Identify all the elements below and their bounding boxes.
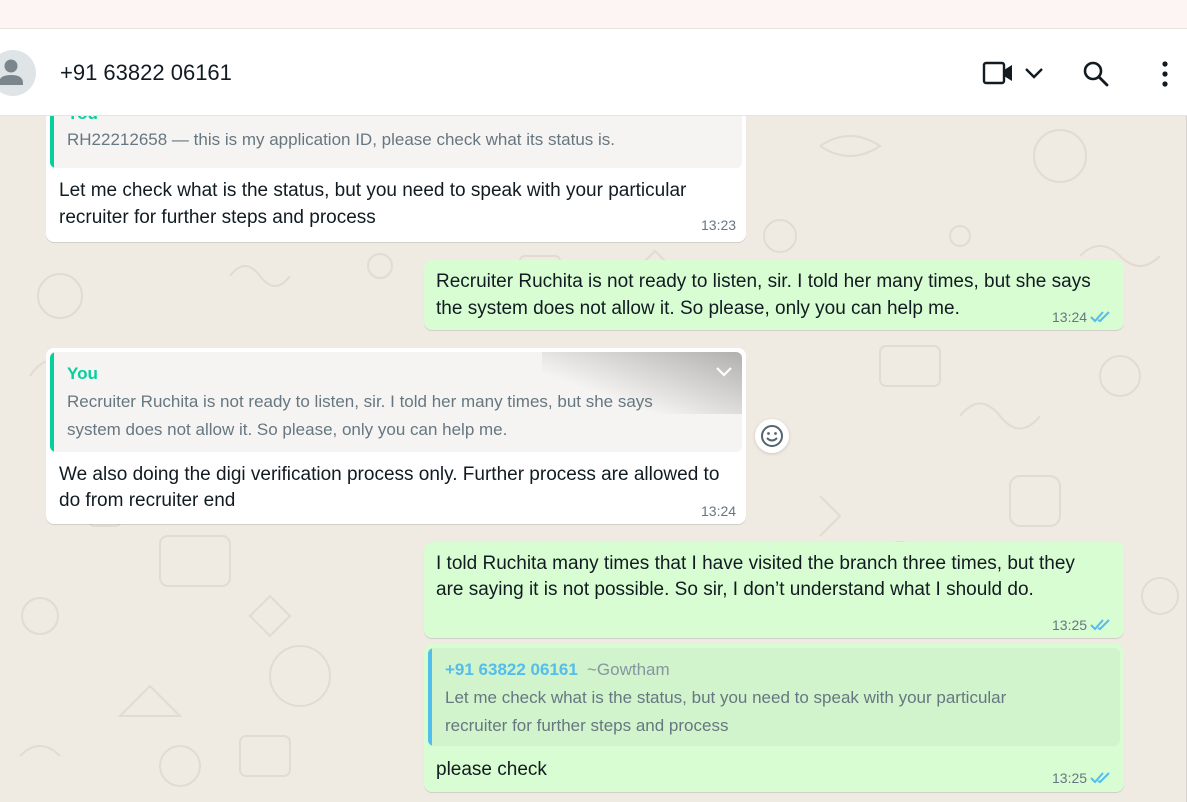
- chevron-down-icon[interactable]: [714, 364, 734, 380]
- message-text-line1: Let me check what is the status, but you…: [59, 180, 687, 201]
- quote-author: You: [67, 116, 98, 124]
- quote-author: +91 63822 06161: [445, 660, 578, 679]
- reaction-button[interactable]: [755, 419, 789, 453]
- message-time: 13:23: [701, 217, 737, 233]
- message-time: 13:24: [701, 503, 737, 519]
- chat-header: +91 63822 06161: [0, 29, 1187, 116]
- contact-avatar[interactable]: [0, 50, 36, 96]
- quote-author: You: [67, 364, 98, 383]
- double-check-icon: [1090, 311, 1110, 323]
- quote-text: RH22212658 — this is my application ID, …: [67, 130, 616, 149]
- contact-title[interactable]: +91 63822 06161: [60, 60, 232, 86]
- quote-text-line1: Let me check what is the status, but you…: [445, 688, 1007, 707]
- double-check-icon: [1090, 772, 1110, 784]
- message-text-line2: are saying it is not possible. So sir, I…: [436, 579, 1034, 600]
- quote-text-line2: system does not allow it. So please, onl…: [67, 420, 508, 439]
- message-outgoing[interactable]: Recruiter Ruchita is not ready to listen…: [424, 260, 1124, 330]
- person-icon: [0, 59, 23, 85]
- quote-text-line1: Recruiter Ruchita is not ready to listen…: [67, 392, 653, 411]
- message-outgoing[interactable]: I told Ruchita many times that I have vi…: [424, 542, 1124, 638]
- video-call-dropdown[interactable]: [1023, 64, 1045, 87]
- quote-text-line2: recruiter for further steps and process: [445, 716, 729, 735]
- double-check-icon: [1090, 619, 1110, 631]
- message-text-line1: We also doing the digi verification proc…: [59, 464, 720, 485]
- chat-area[interactable]: You RH22212658 — this is my application …: [0, 116, 1187, 802]
- video-call-icon: [982, 61, 1012, 85]
- message-text-line1: Recruiter Ruchita is not ready to listen…: [436, 271, 1091, 292]
- quote-accent-bar: [50, 352, 54, 452]
- message-text-line2: recruiter for further steps and process: [59, 207, 376, 228]
- quote-accent-bar: [50, 116, 54, 168]
- message-time: 13:25: [1052, 770, 1088, 786]
- quote-accent-bar: [428, 648, 432, 746]
- message-text-line2: the system does not allow it. So please,…: [436, 298, 960, 319]
- message-text: please check: [436, 759, 547, 780]
- video-call-button[interactable]: [982, 60, 1014, 91]
- quoted-message[interactable]: +91 63822 06161 ~Gowtham Let me check wh…: [428, 648, 1120, 746]
- message-time: 13:24: [1052, 309, 1088, 325]
- search-icon: [1083, 61, 1109, 87]
- kebab-menu-icon: [1162, 61, 1168, 87]
- search-button[interactable]: [1082, 60, 1110, 93]
- message-text-line2: do from recruiter end: [59, 490, 236, 511]
- menu-button[interactable]: [1156, 60, 1174, 93]
- emoji-icon: [761, 425, 783, 447]
- message-text-line1: I told Ruchita many times that I have vi…: [436, 553, 1075, 574]
- window-top-strip: [0, 0, 1187, 29]
- message-incoming[interactable]: You Recruiter Ruchita is not ready to li…: [46, 348, 746, 524]
- quoted-message[interactable]: You Recruiter Ruchita is not ready to li…: [50, 352, 742, 452]
- chevron-down-icon: [1025, 68, 1043, 79]
- quoted-message[interactable]: You RH22212658 — this is my application …: [50, 116, 742, 168]
- message-incoming[interactable]: You RH22212658 — this is my application …: [46, 116, 746, 242]
- quote-pushname: ~Gowtham: [587, 660, 670, 679]
- message-outgoing[interactable]: +91 63822 06161 ~Gowtham Let me check wh…: [424, 644, 1124, 792]
- message-time: 13:25: [1052, 617, 1088, 633]
